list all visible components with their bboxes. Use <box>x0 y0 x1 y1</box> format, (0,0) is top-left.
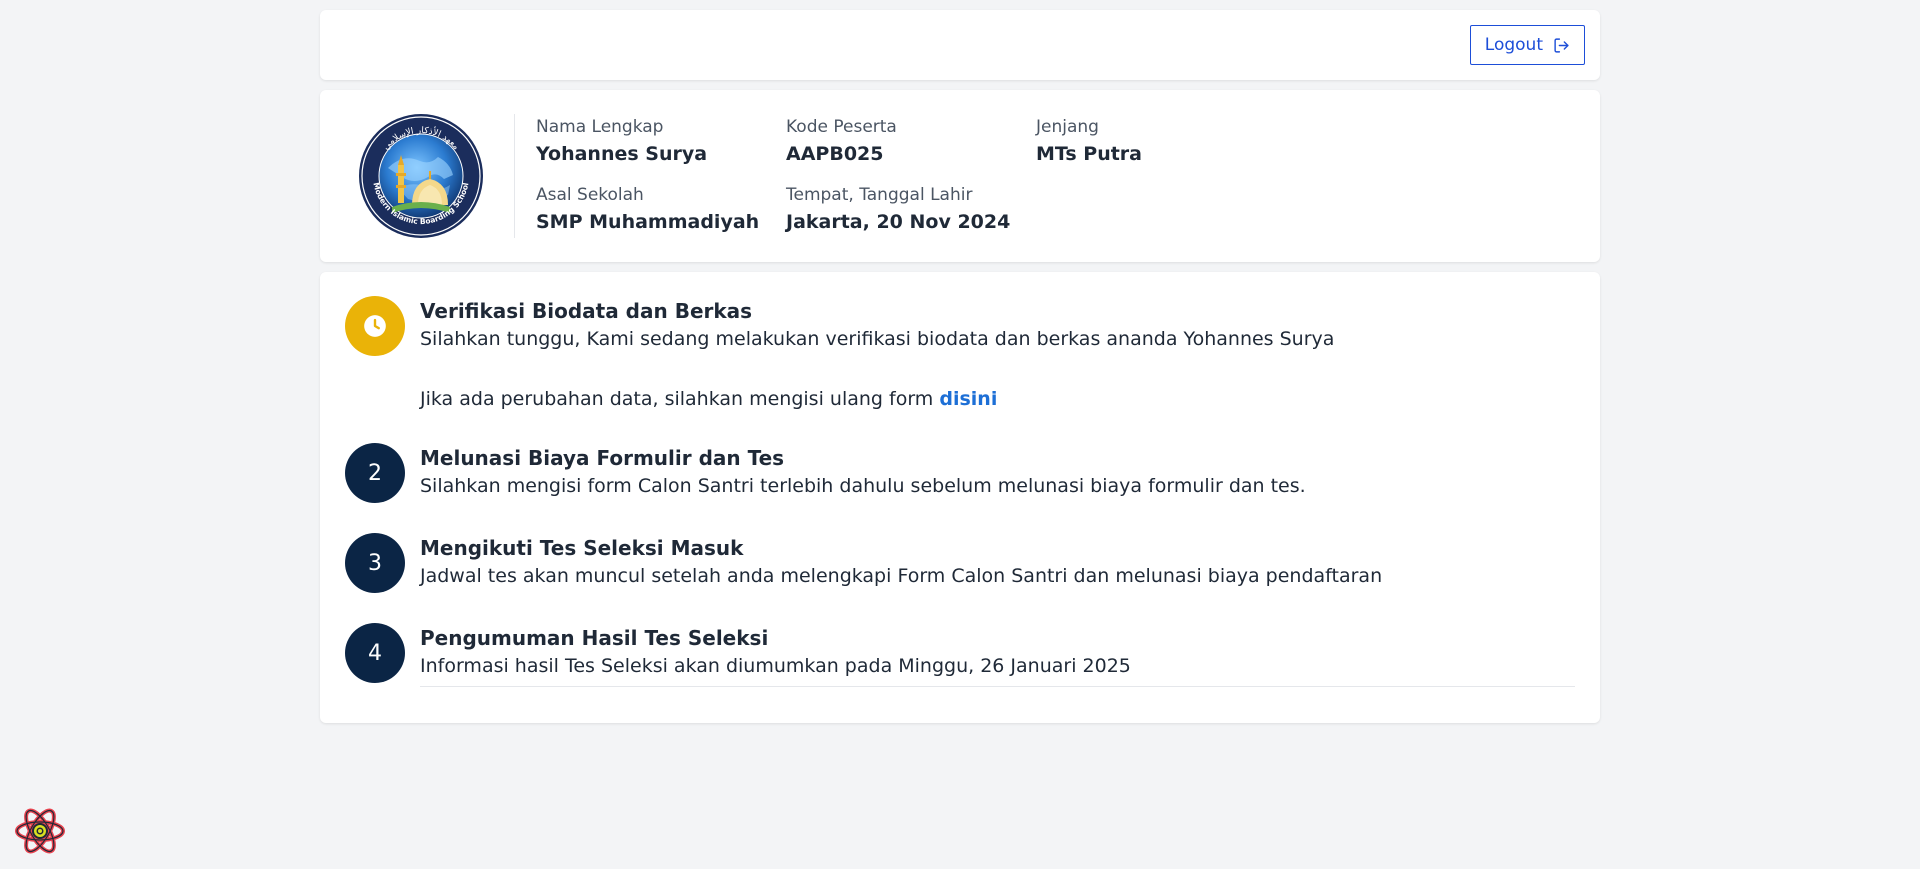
logout-button[interactable]: Logout <box>1469 25 1585 65</box>
disini-link[interactable]: disini <box>939 388 997 410</box>
clock-icon <box>364 315 386 337</box>
field-label: Jenjang <box>1036 117 1099 137</box>
field-value: MTs Putra <box>1036 143 1142 165</box>
profile-info-grid: Nama Lengkap Yohannes Surya Kode Peserta… <box>536 116 1286 236</box>
step-badge-active <box>345 296 405 356</box>
profile-divider <box>514 114 515 238</box>
field-label: Tempat, Tanggal Lahir <box>786 185 973 205</box>
logout-label: Logout <box>1484 35 1543 55</box>
school-logo-icon: معهد الأذكار الإسلامي Modern Islamic Boa… <box>359 114 483 238</box>
field-label: Nama Lengkap <box>536 117 664 137</box>
step-desc: Silahkan tunggu, Kami sedang melakukan v… <box>420 328 1335 350</box>
steps-card: Verifikasi Biodata dan Berkas Silahkan t… <box>320 272 1600 723</box>
step-badge: 4 <box>345 623 405 683</box>
step-extra: Jika ada perubahan data, silahkan mengis… <box>420 385 1575 413</box>
step-desc: Silahkan mengisi form Calon Santri terle… <box>420 475 1306 497</box>
field-label: Kode Peserta <box>786 117 897 137</box>
field-value: Yohannes Surya <box>536 143 708 165</box>
step-pengumuman: 4 Pengumuman Hasil Tes Seleksi Informasi… <box>345 623 1575 687</box>
step-badge: 3 <box>345 533 405 593</box>
profile-card: معهد الأذكار الإسلامي Modern Islamic Boa… <box>320 90 1600 262</box>
step-melunasi: 2 Melunasi Biaya Formulir dan Tes Silahk… <box>345 443 1575 503</box>
field-asal-sekolah: Asal Sekolah SMP Muhammadiyah <box>536 184 786 236</box>
step-title: Mengikuti Tes Seleksi Masuk <box>420 536 744 560</box>
react-devtools-icon <box>15 808 65 854</box>
step-desc: Informasi hasil Tes Seleksi akan diumumk… <box>420 655 1131 677</box>
step-title: Melunasi Biaya Formulir dan Tes <box>420 446 785 470</box>
field-label: Asal Sekolah <box>536 185 644 205</box>
top-bar: Logout <box>320 10 1600 80</box>
step-body: Melunasi Biaya Formulir dan Tes Silahkan… <box>420 443 1575 500</box>
step-title: Verifikasi Biodata dan Berkas <box>420 299 753 323</box>
step-verifikasi: Verifikasi Biodata dan Berkas Silahkan t… <box>345 296 1575 413</box>
field-nama-lengkap: Nama Lengkap Yohannes Surya <box>536 116 786 168</box>
logout-icon <box>1554 37 1569 53</box>
step-divider <box>420 686 1575 687</box>
step-badge: 2 <box>345 443 405 503</box>
field-value: Jakarta, 20 Nov 2024 <box>786 211 1011 233</box>
school-logo: معهد الأذكار الإسلامي Modern Islamic Boa… <box>358 113 484 239</box>
field-tempat-tanggal-lahir: Tempat, Tanggal Lahir Jakarta, 20 Nov 20… <box>786 184 1036 236</box>
step-body: Verifikasi Biodata dan Berkas Silahkan t… <box>420 296 1575 413</box>
page-container: Logout معهد الأذكار الإسلامي Modern Isla… <box>320 10 1600 723</box>
step-body: Pengumuman Hasil Tes Seleksi Informasi h… <box>420 623 1575 687</box>
step-tes-seleksi: 3 Mengikuti Tes Seleksi Masuk Jadwal tes… <box>345 533 1575 593</box>
field-jenjang: Jenjang MTs Putra <box>1036 116 1286 168</box>
step-title: Pengumuman Hasil Tes Seleksi <box>420 626 769 650</box>
step-desc: Jadwal tes akan muncul setelah anda mele… <box>420 565 1383 587</box>
react-devtools-button[interactable] <box>14 805 66 857</box>
step-body: Mengikuti Tes Seleksi Masuk Jadwal tes a… <box>420 533 1575 590</box>
field-value: AAPB025 <box>786 143 884 165</box>
field-kode-peserta: Kode Peserta AAPB025 <box>786 116 1036 168</box>
step-extra-text: Jika ada perubahan data, silahkan mengis… <box>420 388 940 410</box>
field-value: SMP Muhammadiyah <box>536 211 760 233</box>
